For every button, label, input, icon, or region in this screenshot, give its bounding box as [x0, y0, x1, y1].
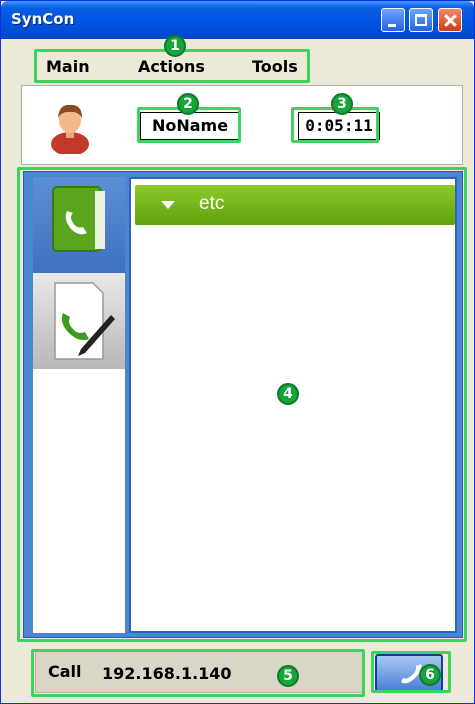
menu-bar: Main Actions Tools: [2, 39, 473, 85]
contact-group-header[interactable]: etc: [135, 185, 455, 225]
maximize-button[interactable]: [409, 8, 433, 32]
menu-main[interactable]: Main: [46, 57, 90, 76]
syncon-window: SynCon Main Actions Tools NoName 0:05:11: [0, 0, 475, 704]
annotation-badge-3: 3: [331, 93, 353, 115]
menu-actions[interactable]: Actions: [138, 57, 205, 76]
annotation-badge-5: 5: [277, 665, 299, 687]
call-bar: Call: [23, 645, 463, 701]
group-label: etc: [199, 193, 225, 214]
call-section: Call: [35, 651, 365, 693]
expand-arrow-icon: [161, 201, 175, 209]
contacts-panel: etc: [23, 171, 463, 638]
window-title: SynCon: [11, 10, 75, 28]
phonebook-icon: [52, 186, 105, 252]
call-log-icon: [54, 282, 115, 360]
title-bar[interactable]: SynCon: [1, 1, 474, 39]
call-label: Call: [48, 662, 82, 681]
minimize-button[interactable]: [381, 8, 405, 32]
menu-tools[interactable]: Tools: [252, 57, 298, 76]
contact-list[interactable]: etc: [129, 177, 457, 633]
annotation-badge-2: 2: [177, 93, 199, 115]
profile-area: NoName 0:05:11: [21, 85, 463, 165]
user-name-field[interactable]: NoName: [140, 112, 240, 140]
annotation-badge-1: 1: [164, 35, 186, 57]
user-avatar-icon[interactable]: [50, 100, 90, 154]
side-tabs: [33, 177, 125, 633]
annotation-badge-4: 4: [277, 383, 299, 405]
close-button[interactable]: [438, 8, 462, 32]
tab-call-log[interactable]: [33, 273, 125, 369]
annotation-badge-6: 6: [419, 664, 441, 686]
call-timer: 0:05:11: [298, 112, 380, 140]
tab-phonebook[interactable]: [33, 177, 125, 273]
call-address-input[interactable]: [102, 658, 352, 688]
